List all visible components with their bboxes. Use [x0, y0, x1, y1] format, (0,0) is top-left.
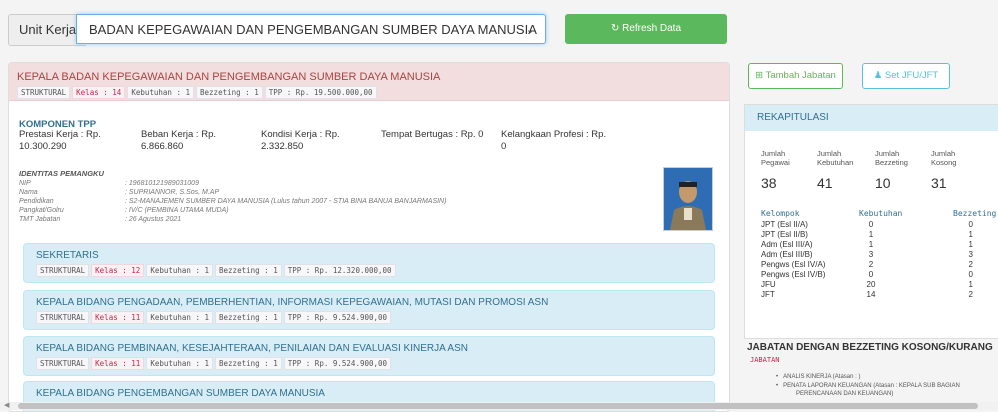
stat-label: Jumlah Kebutuhan: [817, 149, 854, 167]
kelompok-bezzeting: 2: [968, 260, 973, 269]
bezzeting-item: • PENATA LAPORAN KEUANGAN (Atasan : KEPA…: [776, 383, 960, 389]
kelompok-bezzeting: 0: [968, 270, 973, 279]
kelompok-name: Adm (Esl III/A): [761, 240, 813, 249]
kelompok-name: JPT (Esl II/B): [761, 230, 808, 239]
set-jfu-jft-button[interactable]: ♟ Set JFU/JFT: [862, 63, 950, 89]
unit-kerja-label: Unit Kerja: [8, 14, 87, 46]
kebutuhan-header: Kebutuhan: [859, 209, 903, 218]
bezzeting-item-cont: PERENCANAAN DAN KEUANGAN): [796, 391, 894, 397]
kelompok-bezzeting: 1: [968, 230, 973, 239]
komponen-prestasi: Prestasi Kerja : Rp. 10.300.290: [19, 129, 101, 152]
bezzeting-item: • ANALIS KINERJA (Atasan : ): [776, 374, 861, 380]
komponen-kondisi: Kondisi Kerja : Rp. 2.332.850: [261, 129, 340, 152]
bezzeting-tag: Bezzeting : 1: [196, 86, 263, 99]
scroll-left-icon[interactable]: ◀: [4, 402, 9, 410]
kelompok-name: Pengws (Esl IV/B): [761, 270, 826, 279]
kelompok-bezzeting: 3: [968, 250, 973, 259]
stat-label: Jumlah Kosong: [931, 149, 957, 167]
unit-kerja-select[interactable]: BADAN KEPEGAWAIAN DAN PENGEMBANGAN SUMBE…: [76, 14, 546, 44]
tambah-jabatan-button[interactable]: ⊞ Tambah Jabatan: [748, 63, 843, 89]
bezzeting-header: Bezzeting: [953, 209, 997, 218]
kelompok-kebutuhan: 3: [868, 250, 874, 259]
kelompok-kebutuhan: 0: [868, 220, 874, 229]
rekapitulasi-title: REKAPITULASI: [745, 105, 998, 131]
kelompok-bezzeting: 1: [968, 240, 973, 249]
stat-value: 38: [761, 175, 777, 191]
stat-label: Jumlah Pegawai: [761, 149, 790, 167]
identitas-title: IDENTITAS PEMANGKU: [19, 169, 104, 178]
kelompok-bezzeting: 2: [968, 290, 973, 299]
kelompok-bezzeting: 1: [968, 280, 973, 289]
kelompok-bezzeting: 0: [968, 220, 973, 229]
komponen-beban: Beban Kerja : Rp. 6.866.860: [141, 129, 216, 152]
kelompok-kebutuhan: 2: [868, 260, 874, 269]
kelompok-header: Kelompok: [761, 209, 800, 218]
identitas-nip: NIP: 196810121989031009: [19, 180, 199, 187]
kelompok-name: JFT: [761, 290, 775, 299]
kelompok-name: JFU: [761, 280, 776, 289]
pemangku-photo: [663, 167, 713, 231]
sub-jabatan-pengadaan[interactable]: KEPALA BIDANG PENGADAAN, PEMBERHENTIAN, …: [23, 290, 715, 330]
bezzeting-kosong-title: JABATAN DENGAN BEZZETING KOSONG/KURANG: [747, 342, 993, 353]
kelompok-kebutuhan: 1: [868, 230, 874, 239]
kebutuhan-tag: Kebutuhan : 1: [127, 86, 195, 99]
rekapitulasi-panel: REKAPITULASI Jumlah Pegawai Jumlah Kebutuh…: [744, 104, 998, 339]
komponen-tempat: Tempat Bertugas : Rp. 0: [381, 129, 484, 140]
identitas-pendidikan: Pendidikan: S2-MANAJEMEN SUMBER DAYA MAN…: [19, 198, 447, 205]
jabatan-title[interactable]: KEPALA BADAN KEPEGAWAIAN DAN PENGEMBANGA…: [17, 71, 721, 83]
jabatan-tags: STRUKTURAL Kelas : 14 Kebutuhan : 1 Bezzeti…: [17, 86, 721, 99]
stat-value: 31: [931, 175, 947, 191]
horizontal-scrollbar[interactable]: ◀: [0, 402, 998, 410]
scroll-thumb[interactable]: [18, 403, 978, 409]
refresh-data-button[interactable]: ↻ Refresh Data: [565, 14, 727, 44]
stat-value: 10: [875, 175, 891, 191]
kelompok-name: Adm (Esl III/B): [761, 250, 813, 259]
identitas-pangkat: Pangkat/Golru: IV/C (PEMBINA UTAMA MUDA): [19, 207, 229, 214]
tpp-tag: TPP : Rp. 19.500.000,00: [264, 86, 377, 99]
kepala-badan-header[interactable]: KEPALA BADAN KEPEGAWAIAN DAN PENGEMBANGA…: [9, 63, 729, 101]
identitas-tmt: TMT Jabatan: 26 Agustus 2021: [19, 216, 182, 223]
kelompok-name: JPT (Esl II/A): [761, 220, 808, 229]
sub-jabatan-sekretaris[interactable]: SEKRETARIS STRUKTURAL Kelas : 12 Kebutuhan…: [23, 243, 715, 283]
type-tag: STRUKTURAL: [17, 86, 71, 99]
identitas-nama: Nama: SUPRIANNOR, S.Sos, M.AP: [19, 189, 220, 196]
komponen-kelangkaan: Kelangkaan Profesi : Rp. 0: [501, 129, 607, 152]
stat-label: Jumlah Bezzeting: [875, 149, 908, 167]
kelompok-kebutuhan: 20: [866, 280, 876, 289]
stat-value: 41: [817, 175, 833, 191]
unit-kerja-value: BADAN KEPEGAWAIAN DAN PENGEMBANGAN SUMBE…: [89, 22, 537, 37]
kelompok-name: Pengws (Esl IV/A): [761, 260, 826, 269]
chevron-down-icon: ⌄: [525, 24, 535, 36]
kelompok-kebutuhan: 1: [868, 240, 874, 249]
kelompok-kebutuhan: 14: [866, 290, 876, 299]
sub-jabatan-pembinaan[interactable]: KEPALA BIDANG PEMBINAAN, KESEJAHTERAAN, …: [23, 336, 715, 376]
kelas-tag: Kelas : 14: [72, 86, 126, 99]
jabatan-tag: JABATAN: [750, 356, 780, 364]
jabatan-panel: KEPALA BADAN KEPEGAWAIAN DAN PENGEMBANGA…: [8, 62, 730, 412]
kelompok-kebutuhan: 0: [868, 270, 874, 279]
